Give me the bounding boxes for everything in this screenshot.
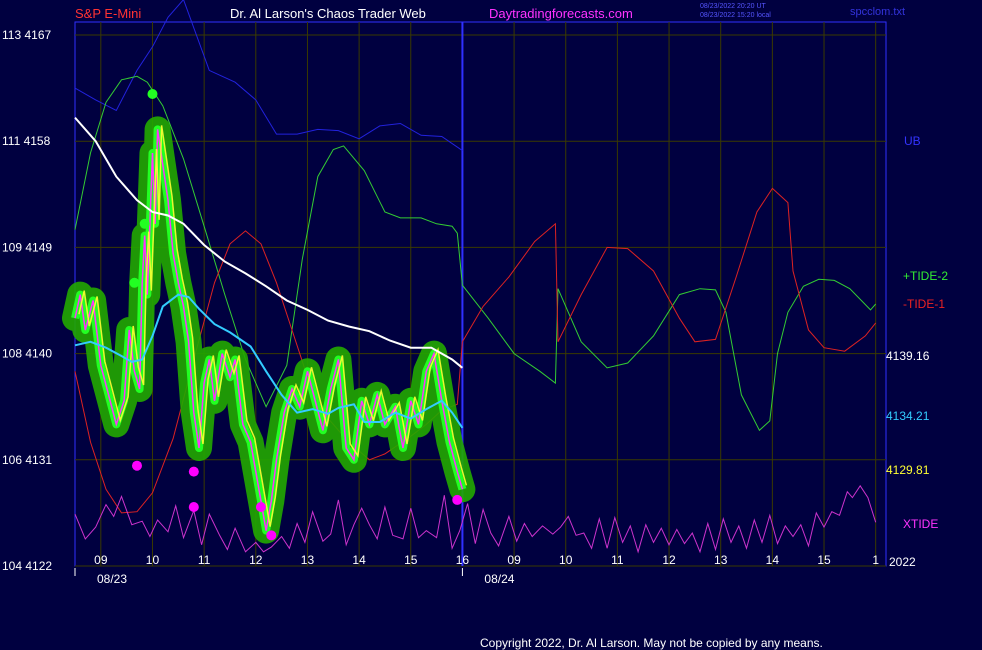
y-tick-label: 109 4149: [2, 240, 52, 254]
x-tick-label: 14: [766, 553, 780, 567]
x-tick-label: 15: [817, 553, 831, 567]
x-tick-label: 11: [198, 553, 211, 567]
green-marker-0: [147, 89, 158, 99]
magenta-marker-5: [452, 494, 463, 505]
label-xtide: XTIDE: [903, 517, 938, 531]
y-tick-label: 104 4122: [2, 559, 52, 573]
magenta-marker-2: [188, 502, 199, 512]
series-ub: [74, 0, 463, 152]
green-marker-2: [139, 218, 150, 229]
x-tick-label: 10: [559, 553, 573, 567]
green-marker-1: [129, 277, 140, 288]
magenta-marker-3: [255, 502, 266, 512]
timestamp-local: 08/23/2022 15:20 local: [700, 12, 771, 19]
x-tick-label: 16: [456, 553, 470, 567]
x-tick-label: 12: [662, 553, 676, 567]
date-label-0: 08/23: [97, 572, 127, 586]
plot-frame: [74, 21, 887, 567]
magenta-marker-4: [266, 530, 277, 541]
magenta-marker-0: [131, 460, 142, 471]
timestamp-utc: 08/23/2022 20:20 UT: [700, 3, 766, 10]
label-ub: UB: [904, 134, 921, 148]
x-tick-label: 11: [611, 553, 624, 567]
file-name: spcclom.txt: [850, 6, 905, 18]
site-link[interactable]: Daytradingforecasts.com: [489, 6, 633, 21]
x-tick-label: 13: [301, 553, 315, 567]
level-label-1: 4139.16: [886, 349, 930, 363]
grid: [75, 22, 886, 567]
x-tick-label: 14: [352, 553, 366, 567]
y-tick-label: 113 4167: [2, 28, 51, 42]
x-tick-label: 13: [714, 553, 728, 567]
y-tick-label: 108 4140: [2, 347, 52, 361]
x-tick-label: 09: [507, 553, 521, 567]
x-tick-label: 10: [146, 553, 160, 567]
x-tick-label: 1: [872, 553, 879, 567]
x-tick-label: 09: [94, 553, 108, 567]
magenta-marker-1: [188, 466, 199, 477]
y-tick-label: 106 4131: [2, 453, 52, 467]
label-tide2: +TIDE-2: [903, 269, 948, 283]
date-label-1: 08/24: [484, 572, 514, 586]
chart-canvas: 113 4167 111 4158 109 4149 108 4140 106 4131…: [2, 0, 948, 650]
instrument-title: S&P E-Mini: [75, 6, 141, 21]
level-label-2: 4134.21: [886, 409, 930, 423]
year-label: 2022: [889, 555, 916, 569]
y-tick-label: 111 4158: [2, 134, 51, 148]
x-tick-label: 15: [404, 553, 418, 567]
author-title: Dr. Al Larson's Chaos Trader Web: [230, 6, 426, 21]
level-label-3: 4129.81: [886, 463, 930, 477]
series-xtide: [74, 484, 877, 554]
copyright-notice: Copyright 2022, Dr. Al Larson. May not b…: [480, 636, 823, 650]
label-tide1: -TIDE-1: [903, 297, 945, 311]
x-tick-label: 12: [249, 553, 263, 567]
